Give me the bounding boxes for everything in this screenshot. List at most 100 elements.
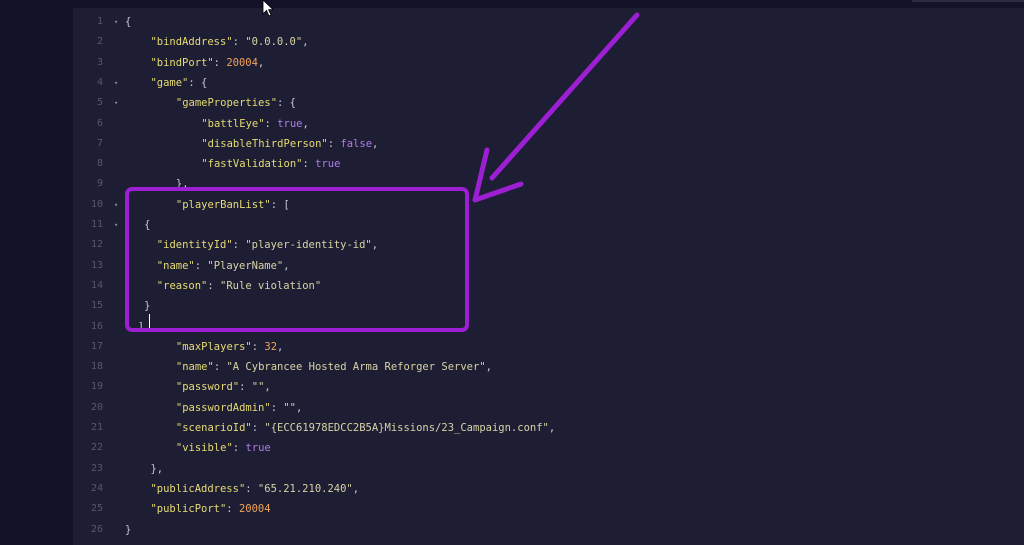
- code-token: 32: [264, 340, 278, 353]
- code-token: "0.0.0.0": [245, 36, 303, 49]
- code-text: "publicPort": 20004: [150, 499, 270, 519]
- code-text: "game": {: [150, 73, 207, 93]
- line-number: 7: [96, 137, 103, 149]
- code-token: "": [283, 401, 297, 414]
- code-token: :: [213, 56, 227, 69]
- code-token: "name": [175, 361, 214, 374]
- code-token: :: [232, 36, 246, 49]
- line-number: 20: [90, 401, 103, 413]
- line-number: 24: [90, 482, 103, 494]
- line-number: 25: [90, 503, 103, 515]
- code-token: "fastValidation": [201, 158, 303, 171]
- code-token: "65.21.210.240": [257, 482, 353, 495]
- fold-arrow-icon[interactable]: ▾: [114, 73, 118, 93]
- code-token: ,: [372, 137, 379, 150]
- code-token: :: [213, 361, 227, 374]
- code-token: :: [270, 401, 284, 414]
- code-text: "password": "",: [176, 377, 271, 397]
- line-number: 15: [90, 300, 103, 312]
- line-number: 22: [90, 442, 103, 454]
- code-token: "battlEye": [201, 117, 265, 130]
- code-token: ,: [548, 422, 556, 434]
- code-token: "passwordAdmin": [175, 401, 271, 414]
- code-token: :: [251, 340, 265, 353]
- line-number: 8: [96, 158, 103, 170]
- code-text: "maxPlayers": 32,: [176, 337, 284, 357]
- fold-arrow-icon[interactable]: ▾: [114, 215, 118, 235]
- code-token: : {: [188, 76, 208, 89]
- code-token: {: [125, 16, 132, 28]
- code-token: "gameProperties": [175, 97, 278, 110]
- code-token: "maxPlayers": [175, 340, 252, 353]
- code-token: "disableThirdPerson": [201, 137, 328, 150]
- line-number: 2: [96, 36, 103, 48]
- code-token: },: [150, 462, 164, 475]
- code-token: ,: [264, 381, 271, 394]
- code-token: "publicPort": [150, 503, 227, 516]
- line-number: 4: [96, 76, 103, 88]
- fold-arrow-icon[interactable]: ▾: [114, 195, 118, 215]
- code-token: 20004: [238, 503, 271, 516]
- line-number: 16: [90, 320, 103, 332]
- line-number: 1: [96, 16, 103, 27]
- code-token: ,: [277, 340, 284, 353]
- code-text: {: [125, 12, 131, 32]
- code-text: "name": "A Cybrancee Hosted Arma Reforge…: [176, 357, 492, 377]
- code-token: "A Cybrancee Hosted Arma Reforger Server…: [226, 361, 486, 374]
- line-number: 21: [90, 422, 103, 433]
- code-token: "bindPort": [150, 56, 214, 69]
- code-token: "{ECC61978EDCC2B5A}Missions/23_Campaign.…: [264, 422, 549, 434]
- screenshot: 1 ▾ {2 "bindAddress": "0.0.0.0", 3 "bindPort"…: [0, 0, 1024, 545]
- code-token: ,: [296, 401, 303, 414]
- line-number: 12: [90, 239, 103, 251]
- code-token: :: [264, 117, 278, 130]
- code-text: "visible": true: [176, 438, 271, 458]
- line-number: 3: [96, 56, 103, 68]
- code-token: ,: [257, 56, 265, 69]
- code-token: ,: [302, 36, 309, 49]
- code-token: }: [125, 523, 132, 536]
- fold-arrow-icon[interactable]: ▾: [114, 12, 118, 32]
- code-text: "fastValidation": true: [201, 154, 340, 174]
- code-token: :: [251, 422, 265, 434]
- code-token: :: [302, 158, 316, 171]
- code-token: true: [277, 117, 303, 130]
- line-number: 11: [90, 219, 103, 230]
- code-token: :: [245, 482, 258, 495]
- code-token: true: [245, 442, 271, 455]
- code-text: "disableThirdPerson": false,: [201, 134, 378, 154]
- code-text: "bindPort": 20004,: [150, 53, 264, 73]
- code-token: : {: [277, 97, 296, 110]
- code-token: true: [315, 158, 341, 171]
- code-text: },: [150, 459, 163, 479]
- line-number: 26: [90, 523, 103, 535]
- highlight-box: [125, 187, 469, 332]
- code-text: "passwordAdmin": "",: [176, 398, 302, 418]
- code-token: "": [251, 381, 265, 394]
- mouse-cursor-icon: [262, 0, 274, 17]
- line-number: 23: [90, 462, 103, 474]
- line-number: 6: [96, 117, 103, 129]
- code-token: "game": [150, 76, 189, 89]
- code-token: ,: [302, 117, 309, 130]
- code-token: 20004: [226, 56, 258, 69]
- line-number: 17: [90, 340, 103, 352]
- code-text: "gameProperties": {: [176, 93, 296, 113]
- code-token: "scenarioId": [175, 422, 252, 434]
- line-number: 13: [90, 259, 103, 271]
- code-text: }: [125, 520, 131, 540]
- line-number: 14: [90, 279, 103, 291]
- code-token: :: [226, 503, 239, 516]
- code-token: "bindAddress": [150, 36, 233, 49]
- code-token: :: [239, 381, 252, 394]
- line-number: 18: [90, 361, 103, 373]
- code-token: :: [232, 442, 246, 455]
- code-token: false: [340, 137, 373, 150]
- line-number: 19: [90, 381, 103, 393]
- top-strip: [912, 0, 1024, 2]
- code-text: "bindAddress": "0.0.0.0",: [150, 32, 308, 52]
- code-text: "battlEye": true,: [201, 114, 309, 134]
- code-token: "password": [175, 381, 240, 394]
- code-token: ,: [485, 361, 492, 374]
- fold-arrow-icon[interactable]: ▾: [114, 93, 118, 113]
